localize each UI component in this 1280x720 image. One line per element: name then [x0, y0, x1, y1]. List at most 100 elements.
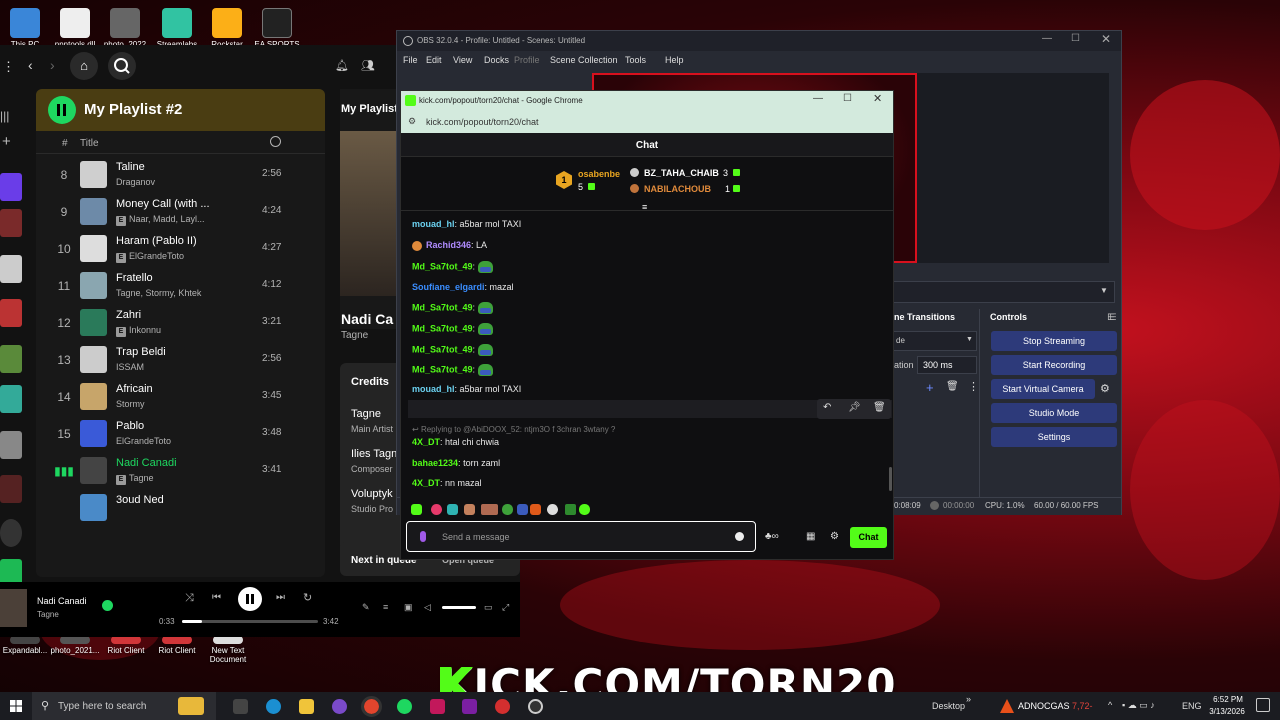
next-icon[interactable]: ⏭︎: [276, 592, 285, 603]
track-artist[interactable]: ElGrandeToto: [129, 251, 184, 261]
emote-icon[interactable]: [547, 504, 558, 515]
obs-dropdown[interactable]: ▼: [893, 281, 1115, 303]
mini-player-icon[interactable]: ▭: [484, 602, 493, 613]
chat-message[interactable]: Md_Sa7tot_49:: [412, 344, 493, 356]
chevron-icon[interactable]: »: [966, 694, 971, 704]
chat-username[interactable]: mouad_hl: [412, 384, 455, 394]
clock-time[interactable]: 6:52 PM: [1210, 695, 1246, 704]
chat-send-button[interactable]: Chat: [850, 527, 887, 548]
menu-item[interactable]: Scene Collection: [550, 55, 618, 65]
track-title[interactable]: 3oud Ned: [116, 494, 164, 506]
duration-input[interactable]: 300 ms: [917, 356, 977, 374]
chat-message[interactable]: 4X_DT: htal chi chwia: [412, 437, 499, 447]
language-indicator[interactable]: ENG: [1182, 701, 1202, 711]
emoji-icon[interactable]: [735, 532, 744, 541]
track-artist[interactable]: Draganov: [116, 177, 155, 187]
trash-icon[interactable]: 🗑︎: [946, 381, 959, 392]
minimize-icon[interactable]: —: [1042, 33, 1052, 44]
home-icon[interactable]: ⌂: [70, 52, 98, 80]
track-artist[interactable]: ISSAM: [116, 362, 144, 372]
gear-icon[interactable]: ⚙︎: [830, 531, 839, 542]
tray-icons[interactable]: ▪ ☁ ▭ ♪: [1122, 700, 1155, 711]
microphone-icon[interactable]: [420, 531, 426, 542]
chat-message[interactable]: 4X_DT: nn mazal: [412, 478, 482, 488]
chat-message[interactable]: Soufiane_elgardi: mazal: [412, 282, 514, 292]
saved-check-icon[interactable]: [102, 600, 113, 611]
app-icon[interactable]: [528, 699, 543, 714]
player-artist[interactable]: Tagne: [37, 610, 59, 619]
track-row[interactable]: 8 Taline Draganov 2:56: [36, 158, 325, 195]
playlist-cover[interactable]: [0, 475, 22, 503]
track-row[interactable]: 11 Fratello Tagne, Stormy, Khtek 4:12: [36, 269, 325, 306]
track-row[interactable]: 14 Africain Stormy 3:45: [36, 380, 325, 417]
track-artist[interactable]: Stormy: [116, 399, 145, 409]
chat-username[interactable]: Rachid346: [426, 240, 471, 250]
menu-item[interactable]: Docks: [484, 55, 509, 65]
menu-item[interactable]: Edit: [426, 55, 442, 65]
track-title[interactable]: Taline: [116, 161, 145, 173]
scrollbar[interactable]: [889, 467, 892, 491]
minimize-icon[interactable]: —: [813, 93, 823, 104]
chat-username[interactable]: Md_Sa7tot_49: [412, 261, 473, 271]
stop-streaming-button[interactable]: Stop Streaming: [991, 331, 1117, 351]
chat-message[interactable]: Md_Sa7tot_49:: [412, 302, 493, 314]
volume-icon[interactable]: ◁: [424, 602, 431, 613]
player-song[interactable]: Nadi Canadi: [37, 596, 87, 606]
track-title[interactable]: Zahri: [116, 309, 141, 321]
pause-button[interactable]: [238, 587, 262, 611]
dock-menu-icon[interactable]: ⋿: [1109, 312, 1117, 323]
bell-icon[interactable]: 🔔︎: [335, 59, 349, 72]
track-row[interactable]: 10 Haram (Pablo II) E ElGrandeToto 4:27: [36, 232, 325, 269]
chat-message[interactable]: Md_Sa7tot_49:: [412, 261, 493, 273]
chat-username[interactable]: Md_Sa7tot_49: [412, 364, 473, 374]
store-icon[interactable]: ▦: [806, 531, 815, 542]
device-icon[interactable]: ▣: [404, 602, 413, 613]
menu-item[interactable]: File: [403, 55, 418, 65]
reply-icon[interactable]: ↶: [823, 402, 831, 413]
playlist-cover[interactable]: [0, 255, 22, 283]
stock-name[interactable]: ADNOCGAS: [1018, 701, 1070, 711]
delete-icon[interactable]: 🗑︎: [873, 402, 886, 413]
task-view-icon[interactable]: [233, 699, 248, 714]
track-artist[interactable]: Naar, Madd, Layl...: [129, 214, 205, 224]
chat-username[interactable]: Md_Sa7tot_49: [412, 344, 473, 354]
file-explorer-icon[interactable]: [299, 699, 314, 714]
track-artist[interactable]: Tagne, Stormy, Khtek: [116, 288, 201, 298]
menu-item[interactable]: Profile: [514, 55, 540, 65]
windows-start-icon[interactable]: [10, 700, 22, 712]
gear-icon[interactable]: ⚙︎: [1100, 382, 1110, 395]
emote-icon[interactable]: [530, 504, 541, 515]
track-row[interactable]: 15 Pablo ElGrandeToto 3:48: [36, 417, 325, 454]
add-icon[interactable]: +: [2, 133, 11, 150]
maximize-icon[interactable]: ☐: [1071, 33, 1080, 44]
track-row[interactable]: 12 Zahri E Inkonnu 3:21: [36, 306, 325, 343]
back-icon[interactable]: ‹: [28, 57, 33, 73]
fullscreen-icon[interactable]: ⤢: [502, 602, 509, 613]
third-gifter-name[interactable]: NABILACHOUB: [644, 184, 711, 194]
start-recording-button[interactable]: Start Recording: [991, 355, 1117, 375]
obs-taskbar-icon[interactable]: [332, 699, 347, 714]
playlist-cover[interactable]: [0, 345, 22, 373]
lyrics-icon[interactable]: ✎: [362, 602, 370, 613]
track-row[interactable]: 13 Trap Beldi ISSAM 2:56: [36, 343, 325, 380]
track-title[interactable]: Money Call (with ...: [116, 198, 210, 210]
emote-icon[interactable]: [447, 504, 458, 515]
emote-icon[interactable]: [565, 504, 576, 515]
reply-context[interactable]: ↩ Replying to @AbiDOOX_52: ntjm3O f 3chr…: [412, 425, 615, 434]
track-title[interactable]: Haram (Pablo II): [116, 235, 197, 247]
library-icon[interactable]: |||: [0, 109, 9, 123]
playlist-cover[interactable]: [0, 431, 22, 459]
chat-username[interactable]: Md_Sa7tot_49: [412, 302, 473, 312]
edge-icon[interactable]: [266, 699, 281, 714]
track-title[interactable]: Fratello: [116, 272, 153, 284]
close-icon[interactable]: ✕: [873, 92, 882, 105]
credit-name[interactable]: Tagne: [351, 408, 381, 420]
previous-icon[interactable]: ⏮︎: [212, 592, 221, 603]
emote-icon[interactable]: [464, 504, 475, 515]
gift-sub-icon[interactable]: ♣∞: [765, 531, 779, 542]
playlist-cover[interactable]: [0, 299, 22, 327]
liked-songs-icon[interactable]: [0, 173, 22, 201]
queue-icon[interactable]: ≡: [383, 602, 388, 612]
chat-message[interactable]: Md_Sa7tot_49:: [412, 323, 493, 335]
track-title[interactable]: Trap Beldi: [116, 346, 166, 358]
